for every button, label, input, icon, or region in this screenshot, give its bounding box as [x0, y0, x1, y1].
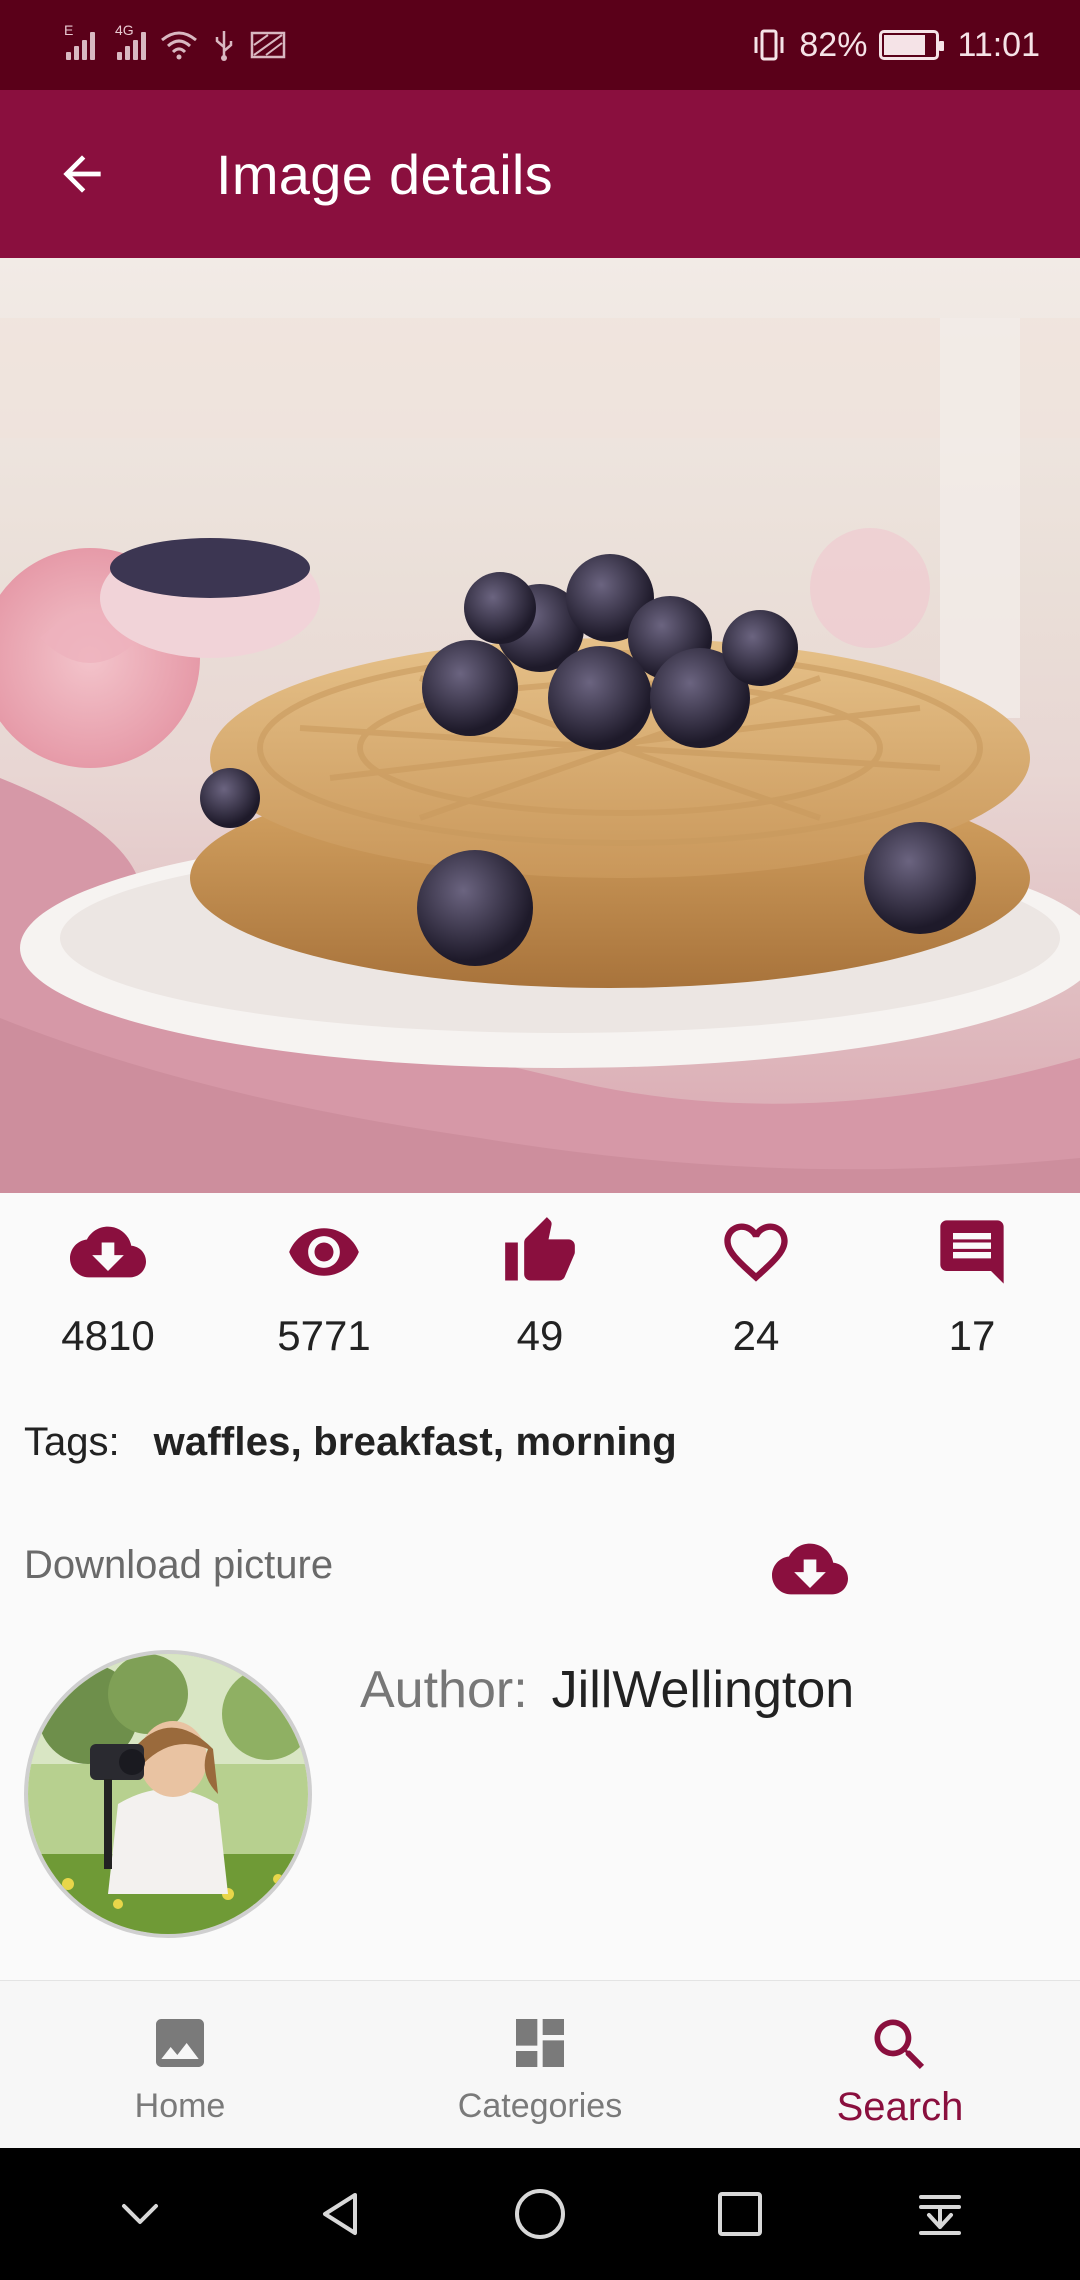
back-button[interactable] [22, 114, 142, 234]
author-block: Author: JillWellington [24, 1650, 1064, 1940]
app-bar: Image details [0, 90, 1080, 258]
nav-home[interactable]: Home [0, 1981, 360, 2148]
waffles-photo [0, 258, 1080, 1193]
thumbs-up-icon [505, 1217, 575, 1281]
square-recents-icon [718, 2192, 762, 2236]
nav-search[interactable]: Search [720, 1981, 1080, 2148]
nav-categories[interactable]: Categories [360, 1981, 720, 2148]
system-navigation-bar [0, 2148, 1080, 2280]
recents-nav-button[interactable] [700, 2174, 780, 2254]
tags-value: waffles, breakfast, morning [153, 1420, 677, 1464]
cloud-download-icon [772, 1543, 848, 1595]
author-name[interactable]: JillWellington [552, 1661, 855, 1719]
cloud-download-icon [70, 1226, 146, 1278]
nav-label: Search [836, 2085, 964, 2129]
signal-strength-icon: 4G [115, 22, 146, 60]
stat-comments[interactable]: 17 [864, 1200, 1080, 1380]
usb-icon [215, 31, 233, 61]
stat-value: 5771 [277, 1312, 371, 1359]
stat-value: 4810 [61, 1312, 155, 1359]
image-stats: 4810 5771 49 24 17 [0, 1200, 1080, 1380]
status-bar: E 4G 82% 11:01 [0, 0, 1080, 90]
collapse-button[interactable] [100, 2174, 180, 2254]
comment-icon [940, 1220, 1004, 1284]
dashboard-icon [516, 2019, 564, 2067]
network-type-label: 4G [115, 22, 134, 38]
status-icons-left: E 4G [64, 22, 286, 61]
arrow-back-icon [63, 155, 101, 193]
author-line: Author: JillWellington [360, 1660, 854, 1720]
author-avatar[interactable] [24, 1650, 312, 1938]
chevron-down-icon [122, 2204, 158, 2224]
status-icons-right: 82% 11:01 [751, 26, 1040, 65]
stat-downloads: 4810 [0, 1200, 216, 1380]
stat-views: 5771 [216, 1200, 432, 1380]
download-label: Download picture [24, 1542, 334, 1587]
search-icon [874, 2019, 925, 2070]
network-type-label: E [64, 22, 74, 38]
download-row: Download picture [24, 1525, 1056, 1605]
pull-down-icon [919, 2195, 961, 2235]
clock: 11:01 [957, 25, 1040, 64]
author-label: Author: [360, 1661, 528, 1719]
tags-row: Tags: waffles, breakfast, morning [24, 1420, 677, 1465]
signal-strength-icon: E [64, 22, 95, 60]
wifi-icon [161, 31, 197, 60]
back-nav-button[interactable] [300, 2174, 380, 2254]
battery-percent: 82% [799, 25, 868, 64]
battery-level-fill [884, 35, 926, 55]
home-nav-button[interactable] [500, 2174, 580, 2254]
stat-value: 17 [948, 1312, 996, 1359]
circle-home-icon [515, 2189, 565, 2239]
tags-label: Tags: [24, 1420, 120, 1464]
image-preview[interactable] [0, 258, 1080, 1193]
stat-favorites[interactable]: 24 [648, 1200, 864, 1380]
page-title: Image details [216, 142, 553, 206]
author-photo [28, 1654, 308, 1934]
stat-value: 24 [732, 1312, 780, 1359]
no-sim-icon [250, 31, 286, 59]
triangle-back-icon [323, 2193, 357, 2235]
nav-label: Categories [457, 2087, 623, 2125]
stat-value: 49 [516, 1312, 564, 1359]
image-icon [156, 2019, 204, 2067]
notifications-nav-button[interactable] [900, 2174, 980, 2254]
bottom-navigation: Home Categories Search [0, 1980, 1080, 2148]
nav-label: Home [134, 2087, 226, 2125]
eye-icon [289, 1228, 359, 1276]
vibrate-icon [754, 29, 784, 61]
stat-likes[interactable]: 49 [432, 1200, 648, 1380]
heart-outline-icon [724, 1223, 788, 1282]
download-button[interactable] [772, 1531, 848, 1612]
battery-icon [879, 30, 945, 60]
